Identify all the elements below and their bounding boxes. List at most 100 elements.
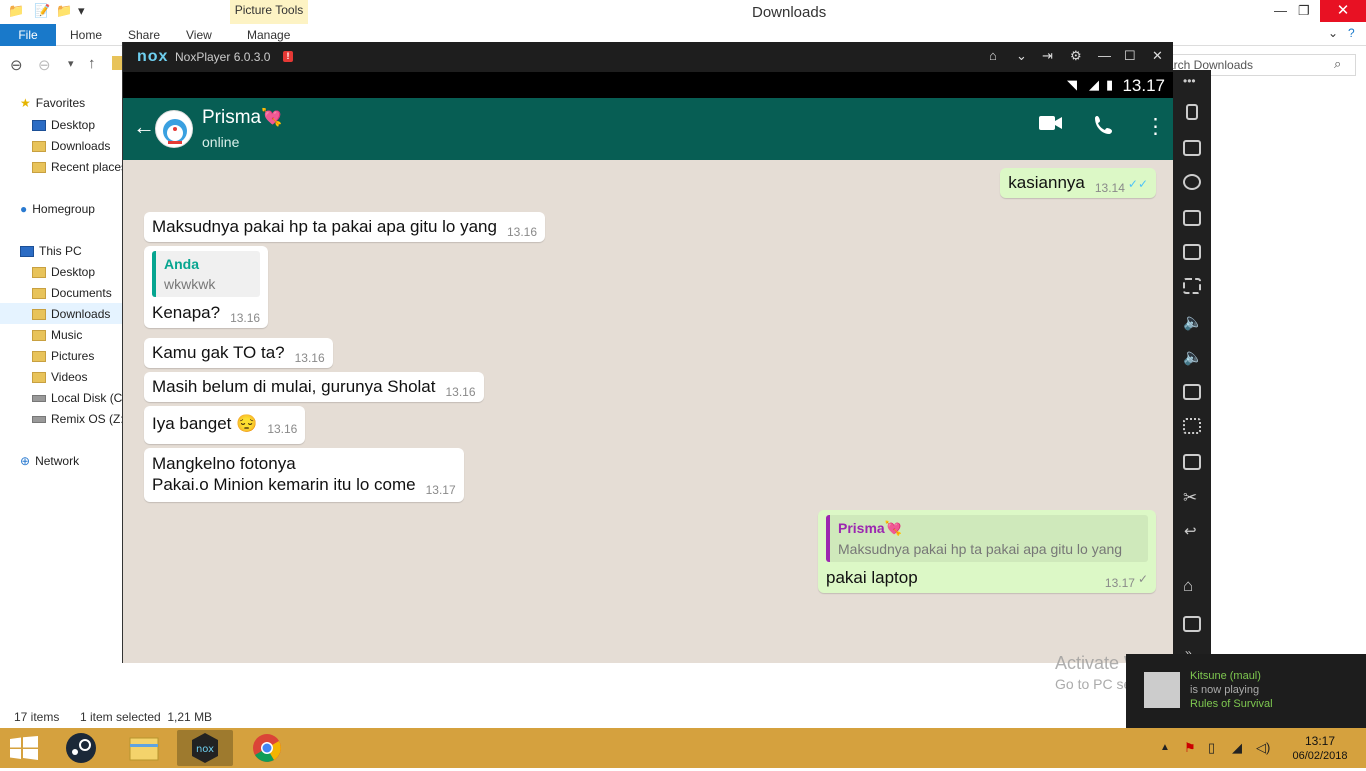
minimize-icon[interactable]: —: [1274, 3, 1287, 18]
tab-share[interactable]: Share: [128, 28, 160, 42]
chat-area: kasiannya 13.14 ✓✓ Maksudnya pakai hp ta p…: [123, 160, 1173, 663]
contact-name[interactable]: Prisma💘: [202, 107, 282, 129]
nav-label: Network: [35, 454, 80, 468]
message-incoming-reply[interactable]: Anda wkwkwk Kenapa? 13.16: [144, 246, 269, 328]
quoted-text: Maksudnya pakai hp ta pakai apa gitu lo …: [838, 541, 1123, 557]
message-incoming[interactable]: Maksudnya pakai hp ta pakai apa gitu lo …: [144, 212, 545, 242]
message-time: 13.16: [230, 311, 261, 325]
message-time: 13.16: [294, 351, 325, 365]
fullscreen-icon[interactable]: [1183, 278, 1201, 294]
pin-icon[interactable]: ⇥: [1042, 48, 1053, 64]
star-icon: ★: [20, 96, 31, 110]
nav-item-downloads[interactable]: Downloads: [32, 139, 110, 153]
nav-label: Documents: [51, 286, 112, 300]
explorer-close-button[interactable]: ✕: [1320, 0, 1366, 22]
quoted-message[interactable]: Prisma💘 Maksudnya pakai hp ta pakai apa g…: [826, 515, 1148, 562]
up-icon[interactable]: ↑: [88, 55, 96, 72]
nav-item-desktop[interactable]: Desktop: [32, 265, 95, 279]
back-icon[interactable]: ⊖: [10, 56, 23, 74]
action-center-icon[interactable]: ⚑: [1184, 740, 1196, 756]
nav-item-remix-os[interactable]: Remix OS (Z:): [32, 412, 128, 426]
recent-locations-icon[interactable]: ▾: [68, 57, 74, 70]
record-icon[interactable]: [1183, 244, 1201, 260]
new-folder-icon[interactable]: 📁: [56, 3, 72, 19]
recent-apps-icon[interactable]: [1183, 616, 1201, 632]
network-signal-icon[interactable]: ◢: [1232, 740, 1242, 756]
tab-home[interactable]: Home: [70, 28, 102, 42]
speaker-icon[interactable]: ◁): [1256, 740, 1270, 756]
properties-icon[interactable]: 📝: [34, 3, 50, 19]
show-hidden-icons[interactable]: ▲: [1160, 742, 1170, 753]
nav-item-documents[interactable]: Documents: [32, 286, 112, 300]
keyboard-icon[interactable]: [1183, 140, 1201, 156]
android-home-icon[interactable]: ⌂: [1183, 576, 1193, 596]
menu-icon[interactable]: ↩: [1184, 522, 1197, 540]
nox-taskbar-icon[interactable]: nox: [177, 730, 233, 766]
location-icon[interactable]: [1183, 174, 1201, 190]
chevron-down-icon[interactable]: ⌄: [1016, 48, 1027, 64]
nav-network[interactable]: ⊕ Network: [20, 454, 79, 468]
windows-start-icon[interactable]: [10, 736, 38, 765]
minimize-icon[interactable]: —: [1098, 48, 1111, 63]
message-incoming[interactable]: Masih belum di mulai, gurunya Sholat 13.1…: [144, 372, 484, 402]
back-arrow-icon[interactable]: ←: [133, 114, 155, 140]
maximize-icon[interactable]: ❐: [1298, 3, 1310, 19]
scissors-icon[interactable]: ✂: [1183, 488, 1197, 508]
screenshot-icon[interactable]: [1183, 418, 1201, 434]
file-explorer-taskbar-icon[interactable]: [116, 730, 172, 766]
home-icon[interactable]: ⌂: [989, 48, 997, 63]
more-options-icon[interactable]: ⋮: [1145, 114, 1166, 139]
nav-item-recent[interactable]: Recent places: [32, 160, 127, 174]
phone-call-icon[interactable]: [1093, 114, 1115, 142]
alert-badge[interactable]: !: [283, 51, 293, 62]
nav-label: Downloads: [51, 139, 111, 153]
close-icon[interactable]: ✕: [1152, 48, 1163, 64]
message-outgoing[interactable]: kasiannya 13.14 ✓✓: [1000, 168, 1156, 198]
message-outgoing-reply[interactable]: Prisma💘 Maksudnya pakai hp ta pakai apa g…: [818, 510, 1156, 593]
picture-tools-context-tab[interactable]: Picture Tools: [230, 0, 308, 24]
nav-favorites[interactable]: ★ Favorites: [20, 96, 85, 110]
nav-item-pictures[interactable]: Pictures: [32, 349, 94, 363]
message-incoming[interactable]: Mangkelno fotonya Pakai.o Minion kemarin…: [144, 448, 464, 502]
maximize-icon[interactable]: ☐: [1124, 48, 1136, 64]
nav-item-desktop[interactable]: Desktop: [32, 118, 95, 132]
gear-icon[interactable]: ⚙: [1070, 48, 1082, 64]
nav-item-music[interactable]: Music: [32, 328, 82, 342]
homegroup-icon: ●: [20, 202, 28, 216]
nav-item-downloads[interactable]: Downloads: [32, 307, 110, 321]
forward-icon[interactable]: ⊖: [38, 56, 51, 74]
message-text: Mangkelno fotonya: [152, 454, 296, 473]
nav-homegroup[interactable]: ● Homegroup: [20, 202, 95, 216]
nav-item-videos[interactable]: Videos: [32, 370, 87, 384]
chrome-taskbar-icon[interactable]: [239, 730, 295, 766]
volume-down-icon[interactable]: 🔈: [1183, 347, 1203, 367]
more-icon[interactable]: •••: [1183, 74, 1196, 88]
message-incoming[interactable]: Kamu gak TO ta? 13.16: [144, 338, 333, 368]
quoted-message[interactable]: Anda wkwkwk: [152, 251, 261, 297]
volume-up-icon[interactable]: 🔈: [1183, 312, 1203, 332]
search-icon[interactable]: ⌕: [1334, 56, 1341, 72]
tab-manage[interactable]: Manage: [247, 28, 290, 42]
rotate-screen-icon[interactable]: [1186, 104, 1198, 120]
nav-item-local-disk[interactable]: Local Disk (C:): [32, 391, 130, 405]
nav-thispc[interactable]: This PC: [20, 244, 82, 258]
quoted-text: wkwkwk: [164, 276, 216, 292]
power-icon[interactable]: ▯: [1208, 740, 1215, 756]
video-call-icon[interactable]: [1039, 114, 1063, 138]
ribbon-expand-icon[interactable]: ⌄: [1328, 26, 1338, 40]
message-text: Masih belum di mulai, gurunya Sholat: [152, 377, 436, 396]
steam-notification[interactable]: Kitsune (maul) is now playing Rules of S…: [1126, 654, 1366, 728]
steam-taskbar-icon[interactable]: [54, 730, 110, 766]
desktop-icon: [32, 119, 46, 131]
tab-view[interactable]: View: [186, 28, 212, 42]
screen-icon[interactable]: [1183, 210, 1201, 226]
message-incoming[interactable]: Iya banget 😔 13.16: [144, 406, 306, 444]
contact-avatar[interactable]: [155, 110, 193, 148]
help-icon[interactable]: ?: [1348, 26, 1355, 40]
apk-icon[interactable]: [1183, 454, 1201, 470]
quoted-author: Anda: [164, 256, 199, 272]
tab-file[interactable]: File: [0, 24, 56, 46]
multi-instance-icon[interactable]: [1183, 384, 1201, 400]
clock[interactable]: 13:17 06/02/2018: [1290, 734, 1350, 762]
quick-access-dropdown-icon[interactable]: ▾: [78, 3, 85, 19]
